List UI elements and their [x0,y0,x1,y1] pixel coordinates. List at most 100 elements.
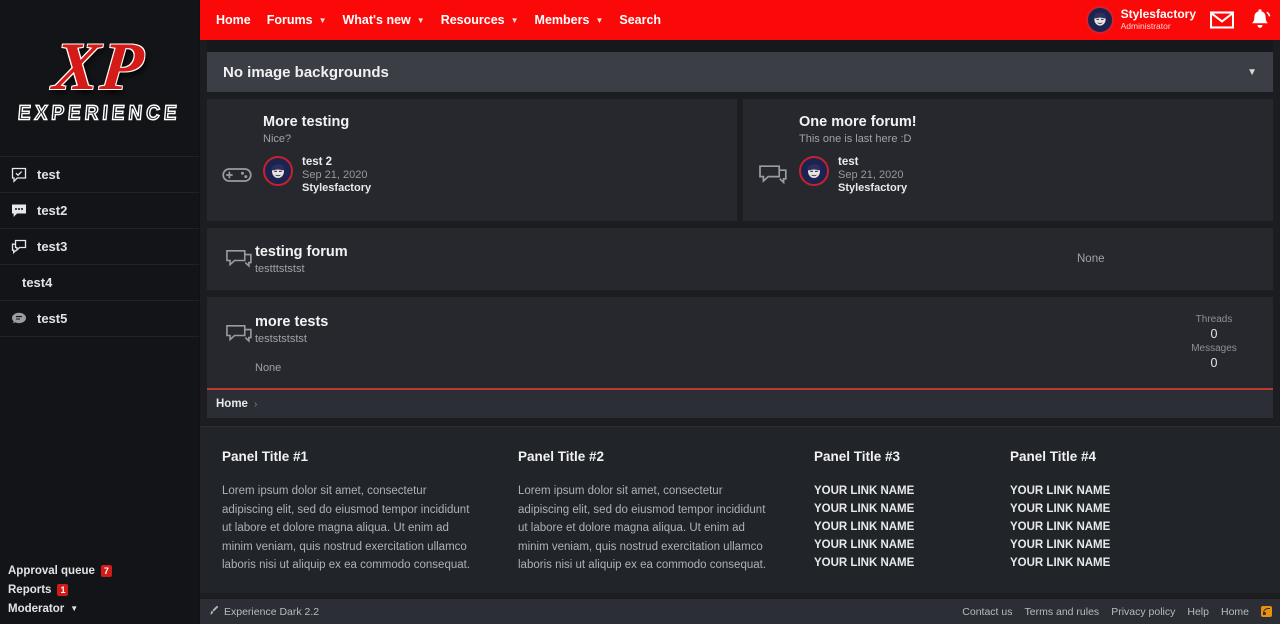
breadcrumb-home[interactable]: Home [216,398,248,410]
messages-value: 0 [1171,356,1257,371]
nav-item-label: Resources [441,13,505,27]
nav-item-resources[interactable]: Resources ▼ [433,0,527,40]
forum-row[interactable]: more tests teststststst None Threads 0 M… [207,297,1273,388]
threads-value: 0 [1171,327,1257,342]
footer-panel-2: Panel Title #2 Lorem ipsum dolor sit ame… [496,449,792,575]
avatar [1086,6,1114,34]
footer-link-home[interactable]: Home [1221,606,1249,618]
sidebar-item-label: test3 [37,239,67,254]
gamepad-icon [221,113,253,207]
sidebar-item-test3[interactable]: test3 [0,229,199,265]
panel-link[interactable]: YOUR LINK NAME [814,482,966,500]
reports-label: Reports [8,584,51,596]
sidebar-item-test[interactable]: test [0,157,199,193]
nav-links: Home Forums ▼ What's new ▼ Resources ▼ M… [208,0,669,40]
theme-switcher[interactable]: Experience Dark 2.2 [208,605,319,619]
forum-subtitle: teststststst [255,333,1171,345]
panel-link[interactable]: YOUR LINK NAME [1010,536,1162,554]
section-title: No image backgrounds [223,64,389,81]
latest-thread[interactable]: test Sep 21, 2020 Stylesfactory [799,156,1259,195]
thread-date: Sep 21, 2020 [838,169,907,182]
last-post-none: None [255,362,1171,374]
bell-icon[interactable] [1248,9,1272,31]
forum-title[interactable]: More testing [263,113,723,131]
thread-author[interactable]: Stylesfactory [838,182,907,195]
sidebar-item-test2[interactable]: test2 [0,193,199,229]
latest-thread[interactable]: test 2 Sep 21, 2020 Stylesfactory [263,156,723,195]
footer-links: Contact us Terms and rules Privacy polic… [962,606,1272,618]
sidebar-item-test5[interactable]: test5 [0,301,199,337]
forum-subtitle: Nice? [263,133,723,145]
nav-item-whats-new[interactable]: What's new ▼ [335,0,433,40]
forum-row[interactable]: testing forum testttststst None [207,228,1273,290]
panel-title: Panel Title #2 [518,449,770,464]
footer-link-help[interactable]: Help [1187,606,1209,618]
comment-lines-icon [10,310,27,327]
approval-queue-link[interactable]: Approval queue 7 [8,561,200,580]
forum-card-body: One more forum! This one is last here :D [799,113,1259,207]
avatar [799,156,829,186]
panel-link[interactable]: YOUR LINK NAME [1010,500,1162,518]
nav-item-label: Search [619,13,661,27]
forum-title[interactable]: testing forum [255,243,1077,261]
reports-link[interactable]: Reports 1 [8,580,200,599]
nav-item-search[interactable]: Search [611,0,669,40]
panel-link[interactable]: YOUR LINK NAME [814,536,966,554]
chevron-down-icon[interactable]: ▼ [1247,67,1257,78]
moderator-menu[interactable]: Moderator ▼ [8,599,200,618]
panel-link[interactable]: YOUR LINK NAME [814,518,966,536]
section-header[interactable]: No image backgrounds ▼ [207,52,1273,92]
site-logo[interactable]: XP EXPERIENCE [0,0,199,156]
comment-dots-icon [10,202,27,219]
forum-row-body: more tests teststststst None [255,313,1171,374]
comment-check-icon [10,166,27,183]
panel-text: Lorem ipsum dolor sit amet, consectetur … [222,482,474,575]
forum-title[interactable]: more tests [255,313,1171,331]
panel-link[interactable]: YOUR LINK NAME [1010,482,1162,500]
thread-title[interactable]: test [838,156,907,169]
moderator-label: Moderator [8,603,64,615]
panel-link[interactable]: YOUR LINK NAME [814,500,966,518]
panel-link[interactable]: YOUR LINK NAME [814,554,966,572]
sidebar-item-label: test2 [37,203,67,218]
forum-card[interactable]: One more forum! This one is last here :D [743,99,1273,221]
nav-item-label: What's new [343,13,411,27]
sidebar-moderation: Approval queue 7 Reports 1 Moderator ▼ [0,561,200,624]
logo-sub-text: EXPERIENCE [17,102,182,126]
panel-link[interactable]: YOUR LINK NAME [1010,518,1162,536]
content: No image backgrounds ▼ More testing Nice… [200,40,1280,624]
footer-link-terms[interactable]: Terms and rules [1024,606,1099,618]
forum-cards: More testing Nice? [207,99,1273,221]
footer-link-privacy[interactable]: Privacy policy [1111,606,1175,618]
sidebar-item-test4[interactable]: test4 [0,265,199,301]
chevron-down-icon: ▼ [511,16,519,25]
footer-panel-4: Panel Title #4 YOUR LINK NAME YOUR LINK … [988,449,1184,575]
forum-card[interactable]: More testing Nice? [207,99,737,221]
paintbrush-icon [208,605,219,619]
comments-icon [223,313,255,345]
account-menu[interactable]: Stylesfactory Administrator [1086,6,1196,34]
approval-queue-label: Approval queue [8,565,95,577]
footer-link-contact-us[interactable]: Contact us [962,606,1012,618]
forum-title[interactable]: One more forum! [799,113,1259,131]
panel-text: Lorem ipsum dolor sit amet, consectetur … [518,482,770,575]
panel-link[interactable]: YOUR LINK NAME [1010,554,1162,572]
sidebar-item-label: test5 [37,311,67,326]
comments-icon [757,113,789,207]
thread-title[interactable]: test 2 [302,156,371,169]
nav-item-home[interactable]: Home [208,0,259,40]
panel-title: Panel Title #4 [1010,449,1162,464]
threads-label: Threads [1171,313,1257,327]
last-post-cell: None [1077,253,1257,265]
sidebar-nav: test test2 test3 test4 te [0,156,199,337]
envelope-icon[interactable] [1210,11,1234,29]
forum-subtitle: testttststst [255,263,1077,275]
forum-row-body: testing forum testttststst [255,243,1077,275]
nav-item-forums[interactable]: Forums ▼ [259,0,335,40]
thread-author[interactable]: Stylesfactory [302,182,371,195]
rss-icon[interactable] [1261,606,1272,617]
nav-item-label: Home [216,13,251,27]
nav-item-members[interactable]: Members ▼ [527,0,612,40]
panel-title: Panel Title #1 [222,449,474,464]
breadcrumb: Home › [207,390,1273,418]
